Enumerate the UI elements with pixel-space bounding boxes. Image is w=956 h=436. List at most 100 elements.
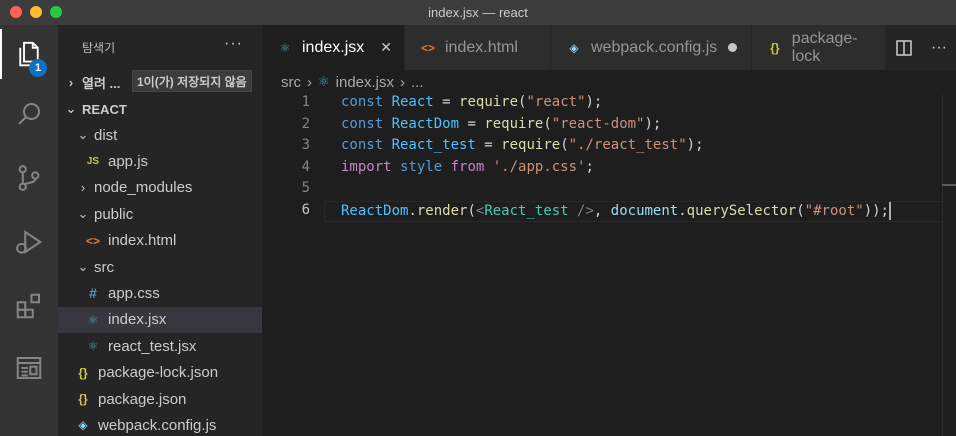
code-token: React xyxy=(391,94,434,110)
code-token: )); xyxy=(863,202,889,219)
code-content: ReactDom.render(<React_test />, document… xyxy=(341,201,891,220)
code-token: from xyxy=(450,158,493,175)
editor-tab-bar: ⚛ index.jsx ✕ <> index.html ◈ webpack.co… xyxy=(262,25,956,70)
tab-package-lock[interactable]: {} package-lock xyxy=(752,25,886,70)
tree-item[interactable]: ◈ webpack.config.js xyxy=(58,412,262,436)
code-line: 2 const ReactDom = require("react-dom"); xyxy=(262,116,956,137)
breadcrumb: src › ⚛ index.jsx › ... xyxy=(262,70,956,94)
tab-index-html[interactable]: <> index.html xyxy=(405,25,551,70)
code-token: document xyxy=(610,202,679,219)
explorer-sidebar: 탐색기 ··· › 열려 ... 1이(가) 저장되지 않음 ⌄ REACT ⌄… xyxy=(58,25,262,436)
tree-item[interactable]: <> index.html xyxy=(58,228,262,254)
tree-item-label: react_test.jsx xyxy=(108,337,197,355)
explorer-activity-button[interactable]: 1 xyxy=(0,29,58,79)
code-content: import style from './app.css'; xyxy=(341,159,594,175)
tree-item-label: node_modules xyxy=(94,179,193,197)
code-content: const React = require("react"); xyxy=(341,94,602,110)
breadcrumb-separator-icon: › xyxy=(400,73,406,91)
code-token: "./react_test" xyxy=(568,137,687,153)
more-actions-icon[interactable]: ··· xyxy=(931,39,947,57)
code-token: React_test xyxy=(484,202,569,219)
code-token: "react" xyxy=(526,94,586,110)
code-token: './app.css' xyxy=(492,158,586,175)
tree-item[interactable]: › node_modules xyxy=(58,175,262,201)
code-editor[interactable]: 1 const React = require("react"); 2 const R… xyxy=(262,94,956,436)
json-file-icon: {} xyxy=(78,365,88,380)
json-file-icon: {} xyxy=(78,392,88,406)
split-editor-icon[interactable] xyxy=(895,39,913,57)
tab-index-jsx[interactable]: ⚛ index.jsx ✕ xyxy=(262,25,405,70)
extensions-icon xyxy=(16,293,40,319)
react-icon: ⚛ xyxy=(279,40,291,55)
breadcrumb-folder[interactable]: src xyxy=(281,74,301,91)
remote-window-icon xyxy=(16,357,42,379)
code-token: ( xyxy=(560,137,569,153)
tree-item-label: app.css xyxy=(108,284,160,302)
code-token: style xyxy=(400,158,451,175)
code-token: "react-dom" xyxy=(551,115,645,132)
source-control-activity-button[interactable] xyxy=(0,153,58,203)
close-tab-icon[interactable]: ✕ xyxy=(380,39,392,56)
code-token: ( xyxy=(543,115,552,132)
tree-item-label: package.json xyxy=(98,390,187,408)
line-number: 6 xyxy=(301,201,310,218)
html-file-icon: <> xyxy=(85,233,100,248)
chevron-right-icon: › xyxy=(80,180,86,196)
javascript-file-icon: JS xyxy=(86,155,100,167)
tree-item[interactable]: {} package-lock.json xyxy=(58,360,262,386)
open-editors-section[interactable]: › 열려 ... 1이(가) 저장되지 않음 xyxy=(58,69,262,95)
line-number: 3 xyxy=(301,137,310,153)
code-token: render xyxy=(416,202,468,219)
code-token: import xyxy=(341,158,401,175)
tree-item[interactable]: JS app.js xyxy=(58,148,262,174)
tree-item[interactable]: {} package.json xyxy=(58,386,262,412)
tree-item[interactable]: ⚛ index.jsx xyxy=(58,306,262,333)
tab-webpack-config[interactable]: ◈ webpack.config.js xyxy=(551,25,752,70)
react-file-icon: ⚛ xyxy=(87,339,99,354)
tree-item[interactable]: ⌄ dist xyxy=(58,122,262,148)
unsaved-dot-icon[interactable] xyxy=(728,43,737,52)
tree-item-label: index.jsx xyxy=(108,311,167,329)
tab-label: index.jsx xyxy=(302,38,365,56)
chevron-down-icon: ⌄ xyxy=(77,127,89,142)
css-file-icon: # xyxy=(89,285,97,302)
project-section-react[interactable]: ⌄ REACT xyxy=(58,96,262,122)
vertical-scrollbar[interactable] xyxy=(942,94,956,436)
code-token: ( xyxy=(467,202,476,219)
code-token: ReactDom xyxy=(341,202,409,219)
tree-item[interactable]: # app.css xyxy=(58,280,262,306)
unsaved-count-badge: 1 xyxy=(29,59,47,77)
chevron-down-icon: ⌄ xyxy=(77,259,89,274)
tree-item[interactable]: ⚛ react_test.jsx xyxy=(58,333,262,359)
title-bar: index.jsx — react xyxy=(0,0,956,25)
breadcrumb-file[interactable]: index.jsx xyxy=(336,74,394,91)
code-line: 6 ReactDom.render(<React_test />, documen… xyxy=(262,201,956,223)
tab-label: package-lock xyxy=(791,29,858,65)
breadcrumb-symbol[interactable]: ... xyxy=(411,74,424,91)
tree-item[interactable]: ⌄ public xyxy=(58,201,262,227)
code-token: require xyxy=(501,137,561,153)
tab-label: index.html xyxy=(445,38,518,56)
webpack-icon: ◈ xyxy=(569,40,579,55)
code-token: querySelector xyxy=(686,202,797,219)
webpack-file-icon: ◈ xyxy=(78,418,88,433)
editor-actions: ··· xyxy=(886,25,956,70)
code-line: 5 xyxy=(262,180,956,201)
search-icon xyxy=(18,103,40,125)
line-number: 2 xyxy=(301,115,310,132)
code-content: const React_test = require("./react_test… xyxy=(341,137,704,153)
code-token: const xyxy=(341,94,392,110)
react-icon: ⚛ xyxy=(318,74,330,89)
extensions-activity-button[interactable] xyxy=(0,281,58,331)
remote-explorer-activity-button[interactable] xyxy=(0,343,58,393)
tree-item[interactable]: ⌄ src xyxy=(58,254,262,280)
html-icon: <> xyxy=(420,40,435,55)
code-token: ); xyxy=(686,137,704,153)
explorer-title: 탐색기 xyxy=(82,41,116,55)
run-debug-activity-button[interactable] xyxy=(0,217,58,267)
scrollbar-marker xyxy=(942,184,956,186)
code-line: 1 const React = require("react"); xyxy=(262,94,956,115)
code-token: /> xyxy=(568,202,594,219)
search-activity-button[interactable] xyxy=(0,89,58,139)
more-actions-icon[interactable]: ··· xyxy=(224,35,243,53)
